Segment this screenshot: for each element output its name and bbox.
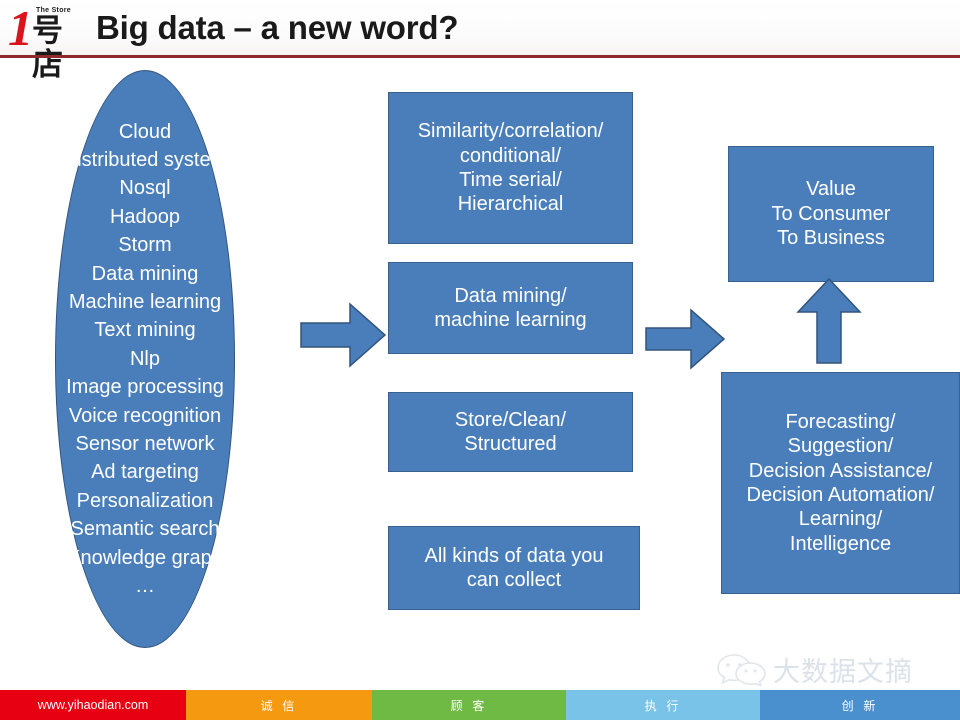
- data-mining-box: Data mining/ machine learning: [388, 262, 633, 354]
- footer-segment-integrity: 诚 信: [186, 690, 372, 720]
- header-divider: [0, 55, 960, 58]
- slide-header: 1 The Store 号店 Big data – a new word?: [0, 0, 960, 82]
- footer-segment-customer: 顾 客: [372, 690, 566, 720]
- right-arrow-icon-processing-to-outcomes: [645, 308, 725, 370]
- value-box: Value To Consumer To Business: [728, 146, 934, 282]
- footer-segment-execution: 执 行: [566, 690, 760, 720]
- analysis-methods-box: Similarity/correlation/ conditional/ Tim…: [388, 92, 633, 244]
- raw-data-box: All kinds of data you can collect: [388, 526, 640, 610]
- up-arrow-icon-outcomes-to-value: [796, 278, 862, 364]
- right-arrow-icon-ellipse-to-processing: [300, 302, 386, 368]
- slide-canvas: 1 The Store 号店 Big data – a new word? Cl…: [0, 0, 960, 720]
- technology-keywords-ellipse: Cloud Distributed system Nosql Hadoop St…: [55, 70, 235, 648]
- wechat-icon: [717, 654, 766, 686]
- logo-numeral: 1: [8, 0, 33, 56]
- yihaodian-logo: 1 The Store 号店: [6, 0, 84, 82]
- outcomes-box: Forecasting/ Suggestion/ Decision Assist…: [721, 372, 960, 594]
- slide-footer: www.yihaodian.com 诚 信 顾 客 执 行 创 新: [0, 690, 960, 720]
- store-clean-box: Store/Clean/ Structured: [388, 392, 633, 472]
- page-title: Big data – a new word?: [96, 9, 459, 46]
- logo-chinese-characters: 号店: [32, 13, 63, 83]
- footer-segment-website[interactable]: www.yihaodian.com: [0, 690, 186, 720]
- watermark-text: 大数据文摘: [773, 656, 913, 688]
- footer-segment-innovation: 创 新: [760, 690, 960, 720]
- watermark: 大数据文摘: [715, 648, 950, 690]
